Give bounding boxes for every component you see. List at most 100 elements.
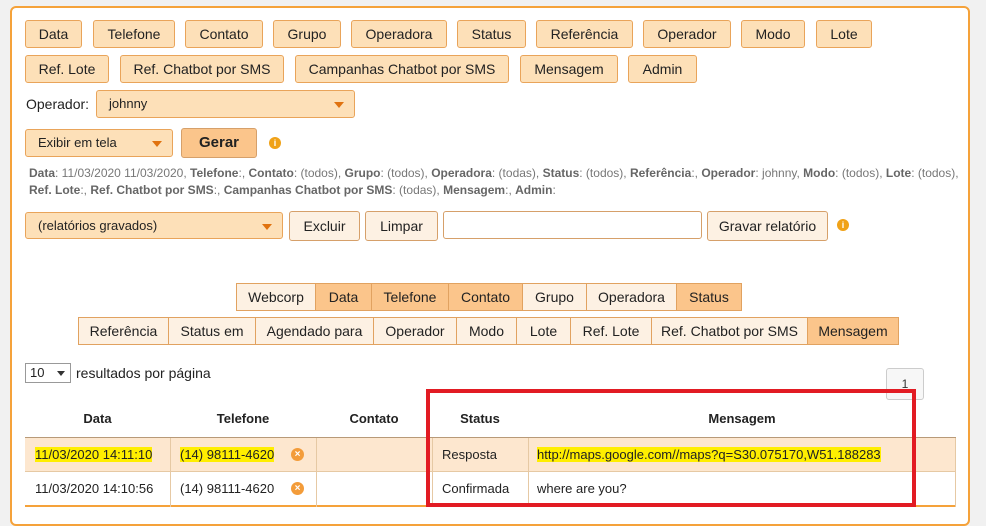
delete-report-button[interactable]: Excluir (289, 211, 360, 241)
save-report-button[interactable]: Gravar relatório (707, 211, 828, 241)
column-header-data[interactable]: Data (25, 411, 170, 426)
chevron-down-icon (152, 141, 162, 147)
filter-chip-campanhas-chatbot-sms[interactable]: Campanhas Chatbot por SMS (295, 55, 509, 83)
filter-chip-grupo[interactable]: Grupo (273, 20, 341, 48)
summary-value: : (todos), (293, 166, 345, 180)
filter-chip-contato[interactable]: Contato (185, 20, 263, 48)
summary-key: Lote (885, 166, 912, 180)
filter-summary: Data: 11/03/2020 11/03/2020, Telefone:, … (29, 165, 959, 199)
summary-value: :, (691, 166, 702, 180)
report-name-input[interactable] (443, 211, 702, 239)
filter-chip-mensagem[interactable]: Mensagem (520, 55, 618, 83)
summary-value: : (todos), (911, 166, 959, 180)
remove-icon[interactable]: × (291, 482, 304, 495)
filter-chip-modo[interactable]: Modo (741, 20, 805, 48)
summary-key: Ref. Lote (29, 183, 81, 197)
cell-data-text: 11/03/2020 14:11:10 (35, 447, 153, 462)
column-divider (955, 438, 956, 507)
cell-status: Confirmada (442, 481, 510, 496)
per-page-select[interactable]: 10 (25, 363, 71, 383)
operator-select[interactable]: johnny (96, 90, 355, 118)
summary-key: Telefone (190, 166, 239, 180)
filter-chip-data[interactable]: Data (25, 20, 82, 48)
column-divider (170, 438, 171, 507)
cell-telefone: (14) 98111-4620 (180, 481, 275, 496)
column-toggle-operador[interactable]: Operador (373, 317, 457, 345)
generate-button[interactable]: Gerar (181, 128, 257, 158)
summary-key: Admin (515, 183, 553, 197)
column-header-telefone[interactable]: Telefone (170, 411, 316, 426)
filter-chip-lote[interactable]: Lote (816, 20, 872, 48)
cell-telefone-text: (14) 98111-4620 (180, 447, 275, 462)
summary-value: : 11/03/2020 11/03/2020, (55, 166, 191, 180)
info-icon[interactable]: i (837, 219, 849, 231)
filter-chip-admin[interactable]: Admin (628, 55, 697, 83)
table-row[interactable]: 11/03/2020 14:11:10 (14) 98111-4620 × Re… (25, 438, 956, 471)
column-toggle-contato[interactable]: Contato (448, 283, 523, 311)
column-toggle-data[interactable]: Data (315, 283, 372, 311)
cell-telefone: (14) 98111-4620 (180, 438, 275, 471)
column-toggle-webcorp[interactable]: Webcorp (236, 283, 316, 311)
filter-chip-status[interactable]: Status (457, 20, 526, 48)
summary-key: Campanhas Chatbot por SMS (223, 183, 393, 197)
summary-key: Grupo (344, 166, 381, 180)
summary-key: Contato (248, 166, 294, 180)
column-toggle-status-em[interactable]: Status em (168, 317, 256, 345)
column-toggle-operadora[interactable]: Operadora (586, 283, 677, 311)
column-header-mensagem[interactable]: Mensagem (528, 411, 956, 426)
summary-key: Status (542, 166, 580, 180)
column-toggle-telefone[interactable]: Telefone (371, 283, 449, 311)
filter-chip-telefone[interactable]: Telefone (93, 20, 175, 48)
column-toggle-lote[interactable]: Lote (516, 317, 571, 345)
chevron-down-icon (262, 224, 272, 230)
info-icon[interactable]: i (269, 137, 281, 149)
column-toggle-modo[interactable]: Modo (456, 317, 517, 345)
column-toggle-mensagem[interactable]: Mensagem (807, 317, 899, 345)
summary-value: : (todos), (380, 166, 432, 180)
column-divider (316, 438, 317, 507)
table-row[interactable]: 11/03/2020 14:10:56 (14) 98111-4620 × Co… (25, 472, 956, 505)
chevron-down-icon (57, 371, 65, 376)
column-header-contato[interactable]: Contato (316, 411, 432, 426)
column-toggle-ref-chatbot-sms[interactable]: Ref. Chatbot por SMS (651, 317, 808, 345)
summary-key: Modo (803, 166, 836, 180)
column-toggle-status[interactable]: Status (676, 283, 742, 311)
summary-key: Referência (629, 166, 692, 180)
filter-chip-ref-chatbot-sms[interactable]: Ref. Chatbot por SMS (120, 55, 284, 83)
chevron-down-icon (334, 102, 344, 108)
page-button-1[interactable]: 1 (886, 368, 924, 400)
summary-key: Operador (701, 166, 756, 180)
filter-chip-referencia[interactable]: Referência (536, 20, 633, 48)
display-mode-value: Exibir em tela (38, 135, 117, 150)
saved-reports-select[interactable]: (relatórios gravados) (25, 212, 283, 239)
cell-data: 11/03/2020 14:11:10 (35, 438, 153, 471)
summary-key: Operadora (431, 166, 492, 180)
filter-chip-ref-lote[interactable]: Ref. Lote (25, 55, 109, 83)
filter-chip-operador[interactable]: Operador (643, 20, 731, 48)
summary-key: Ref. Chatbot por SMS (90, 183, 214, 197)
clear-button[interactable]: Limpar (365, 211, 438, 241)
column-toggle-grupo[interactable]: Grupo (522, 283, 587, 311)
filter-chip-operadora[interactable]: Operadora (351, 20, 447, 48)
cell-data: 11/03/2020 14:10:56 (35, 481, 154, 496)
column-toggle-agendado-para[interactable]: Agendado para (255, 317, 374, 345)
operator-select-value: johnny (109, 96, 148, 111)
per-page-label: resultados por página (76, 365, 211, 381)
summary-value: : (todas), (392, 183, 444, 197)
cell-status: Resposta (442, 447, 497, 462)
column-divider (528, 438, 529, 507)
column-toggle-ref-lote[interactable]: Ref. Lote (570, 317, 652, 345)
remove-icon[interactable]: × (291, 448, 304, 461)
saved-reports-value: (relatórios gravados) (38, 218, 158, 233)
summary-value: : (todos), (579, 166, 630, 180)
column-toggle-referencia[interactable]: Referência (78, 317, 169, 345)
summary-key: Mensagem (443, 183, 506, 197)
summary-value: : johnny, (755, 166, 804, 180)
display-mode-select[interactable]: Exibir em tela (25, 129, 173, 157)
summary-value: :, (505, 183, 516, 197)
summary-value: : (todos), (835, 166, 886, 180)
column-header-status[interactable]: Status (432, 411, 528, 426)
summary-value: : (552, 183, 556, 197)
summary-value: :, (213, 183, 224, 197)
operator-label: Operador: (26, 96, 90, 112)
